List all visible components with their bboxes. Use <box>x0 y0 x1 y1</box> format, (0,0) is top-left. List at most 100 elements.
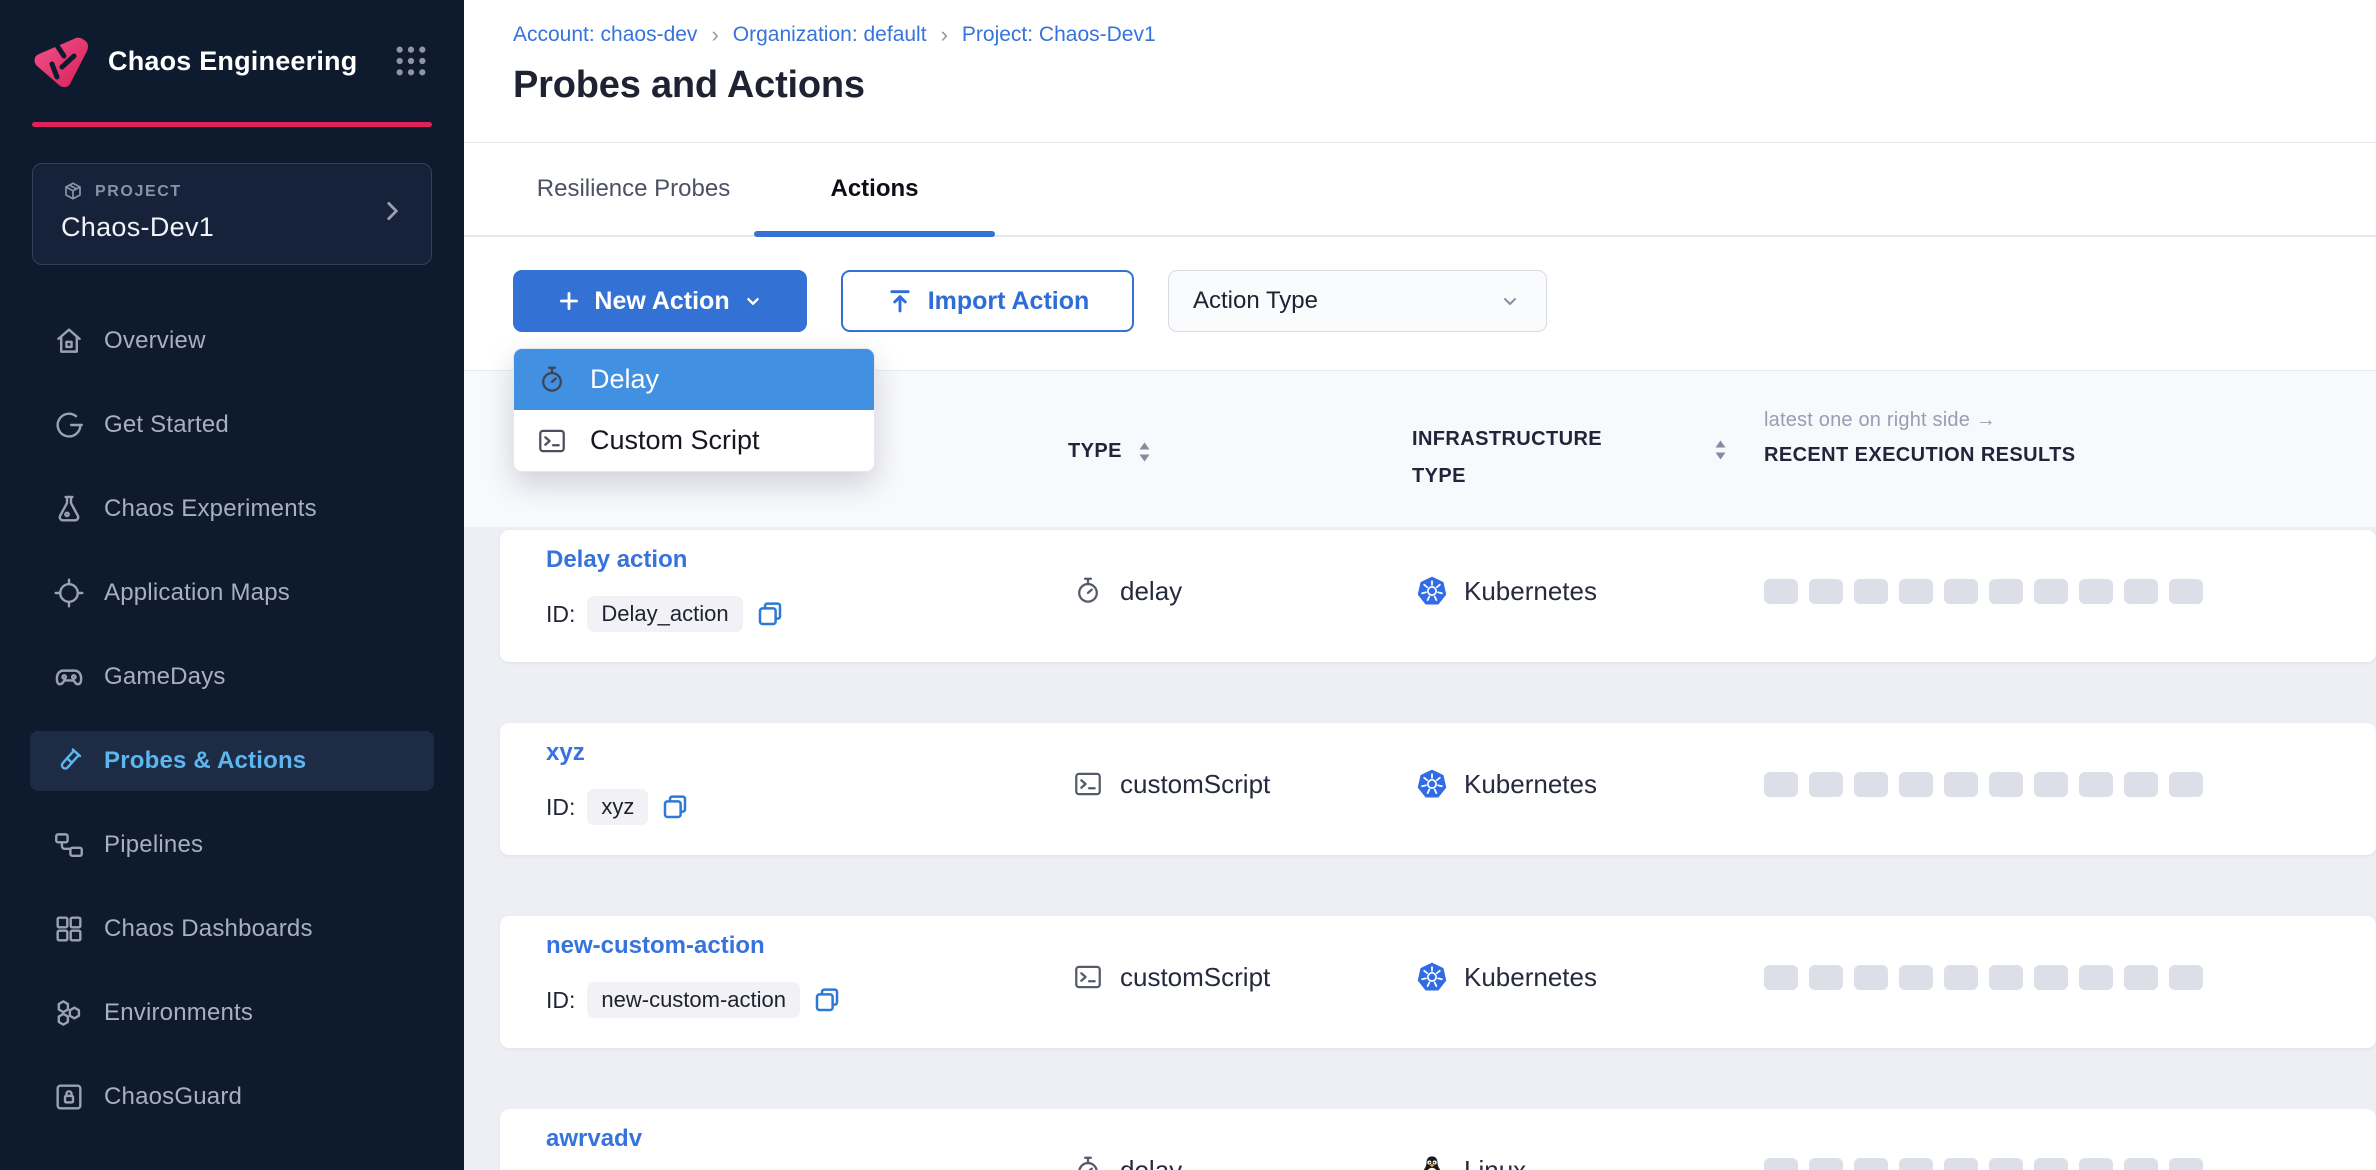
execution-result-placeholder <box>1764 965 1798 990</box>
sidebar-item-environments[interactable]: Environments <box>30 983 434 1043</box>
flask-icon <box>52 492 86 526</box>
action-id-row: ID: Delay_action <box>546 596 785 632</box>
sidebar-item-chaosguard[interactable]: ChaosGuard <box>30 1067 434 1127</box>
execution-result-placeholder <box>1989 579 2023 604</box>
execution-result-placeholder <box>2034 965 2068 990</box>
execution-result-placeholder <box>2079 772 2113 797</box>
breadcrumb-separator: › <box>941 22 948 48</box>
execution-result-placeholder <box>2034 1158 2068 1170</box>
sidebar-item-chaos-dashboards[interactable]: Chaos Dashboards <box>30 899 434 959</box>
sidebar-item-pipelines[interactable]: Pipelines <box>30 815 434 875</box>
breadcrumb-link-project[interactable]: Project: Chaos-Dev1 <box>962 23 1156 47</box>
breadcrumb-link-organization[interactable]: Organization: default <box>733 23 927 47</box>
project-selector[interactable]: PROJECT Chaos-Dev1 <box>32 163 432 265</box>
package-icon <box>61 180 85 204</box>
infrastructure-type-cell: Kubernetes <box>1416 723 1597 845</box>
sidebar-item-get-started[interactable]: Get Started <box>30 395 434 455</box>
table-row: new-custom-action ID: new-custom-action … <box>500 916 2376 1048</box>
execution-result-placeholder <box>2034 579 2068 604</box>
import-action-button[interactable]: Import Action <box>841 270 1134 332</box>
plus-icon <box>556 288 582 314</box>
lock-icon <box>52 1080 86 1114</box>
stopwatch-icon <box>1072 1154 1104 1170</box>
execution-result-placeholder <box>1989 772 2023 797</box>
execution-result-placeholder <box>2169 579 2203 604</box>
breadcrumb-link-account[interactable]: Account: chaos-dev <box>513 23 697 47</box>
terminal-icon <box>536 425 568 457</box>
execution-result-placeholder <box>2169 772 2203 797</box>
kubernetes-icon <box>1416 575 1448 607</box>
recent-execution-results <box>1764 530 2203 652</box>
action-name-link[interactable]: Delay action <box>546 546 687 574</box>
recent-execution-results <box>1764 723 2203 845</box>
action-type-cell: delay <box>1072 1109 1182 1170</box>
infrastructure-type-cell: Kubernetes <box>1416 916 1597 1038</box>
hexagons-icon <box>52 996 86 1030</box>
action-name-link[interactable]: new-custom-action <box>546 932 765 960</box>
id-label: ID: <box>546 794 575 821</box>
execution-result-placeholder <box>2124 965 2158 990</box>
action-name-link[interactable]: awrvadv <box>546 1125 642 1153</box>
execution-result-placeholder <box>1809 772 1843 797</box>
action-id-chip: xyz <box>587 789 648 825</box>
terminal-icon <box>1072 768 1104 800</box>
linux-icon <box>1416 1154 1448 1170</box>
table-row: awrvadv delay Linux <box>500 1109 2376 1170</box>
terminal-icon <box>1072 961 1104 993</box>
execution-result-placeholder <box>1764 772 1798 797</box>
sidebar-nav: Overview Get Started Chaos Experiments A… <box>0 311 464 1127</box>
chevron-right-icon <box>379 198 405 224</box>
stopwatch-icon <box>1072 575 1104 607</box>
main-content: Account: chaos-dev › Organization: default… <box>464 0 2376 1170</box>
breadcrumb: Account: chaos-dev › Organization: default… <box>513 22 2376 48</box>
tab-resilience-probes[interactable]: Resilience Probes <box>513 143 754 235</box>
execution-result-placeholder <box>2169 1158 2203 1170</box>
execution-result-placeholder <box>1854 772 1888 797</box>
execution-result-placeholder <box>1989 1158 2023 1170</box>
action-type-cell: customScript <box>1072 723 1270 845</box>
execution-result-placeholder <box>2124 772 2158 797</box>
execution-result-placeholder <box>1899 1158 1933 1170</box>
sidebar-item-overview[interactable]: Overview <box>30 311 434 371</box>
column-header-recent-execution-results: RECENT EXECUTION RESULTS <box>1764 444 2075 467</box>
chevron-down-icon <box>742 290 764 312</box>
infrastructure-type-cell: Kubernetes <box>1416 530 1597 652</box>
sidebar-item-application-maps[interactable]: Application Maps <box>30 563 434 623</box>
execution-result-placeholder <box>1764 579 1798 604</box>
action-name-link[interactable]: xyz <box>546 739 585 767</box>
menu-item-custom-script[interactable]: Custom Script <box>514 410 874 471</box>
execution-result-placeholder <box>1764 1158 1798 1170</box>
action-type-select[interactable]: Action Type <box>1168 270 1547 332</box>
sort-icon[interactable] <box>1712 439 1729 461</box>
copy-icon[interactable] <box>660 792 690 822</box>
execution-result-placeholder <box>2124 579 2158 604</box>
tab-actions[interactable]: Actions <box>754 143 995 235</box>
execution-result-placeholder <box>1854 1158 1888 1170</box>
chevron-down-icon <box>1498 289 1522 313</box>
table-row: Delay action ID: Delay_action delay Kube… <box>500 530 2376 662</box>
kubernetes-icon <box>1416 768 1448 800</box>
execution-result-placeholder <box>1899 772 1933 797</box>
sidebar-item-probes-actions[interactable]: Probes & Actions <box>30 731 434 791</box>
execution-result-placeholder <box>1944 965 1978 990</box>
page-header: Account: chaos-dev › Organization: default… <box>464 0 2376 143</box>
app-root: Chaos Engineering PROJECT Chaos-Dev1 <box>0 0 2376 1170</box>
column-header-type: TYPE <box>1068 440 1153 463</box>
menu-item-delay[interactable]: Delay <box>514 349 874 410</box>
sort-icon[interactable] <box>1136 441 1153 463</box>
page-title: Probes and Actions <box>513 64 2376 107</box>
execution-result-placeholder <box>1809 965 1843 990</box>
app-switcher-icon[interactable] <box>392 44 430 78</box>
app-title: Chaos Engineering <box>108 46 392 77</box>
execution-result-placeholder <box>1989 965 2023 990</box>
breadcrumb-separator: › <box>711 22 718 48</box>
copy-icon[interactable] <box>812 985 842 1015</box>
copy-icon[interactable] <box>755 599 785 629</box>
sidebar-header: Chaos Engineering <box>0 0 464 122</box>
new-action-button[interactable]: New Action <box>513 270 807 332</box>
pipeline-icon <box>52 828 86 862</box>
sidebar-item-chaos-experiments[interactable]: Chaos Experiments <box>30 479 434 539</box>
tab-bar: Resilience ProbesActions <box>464 143 2376 237</box>
sidebar-item-gamedays[interactable]: GameDays <box>30 647 434 707</box>
action-id-chip: new-custom-action <box>587 982 800 1018</box>
